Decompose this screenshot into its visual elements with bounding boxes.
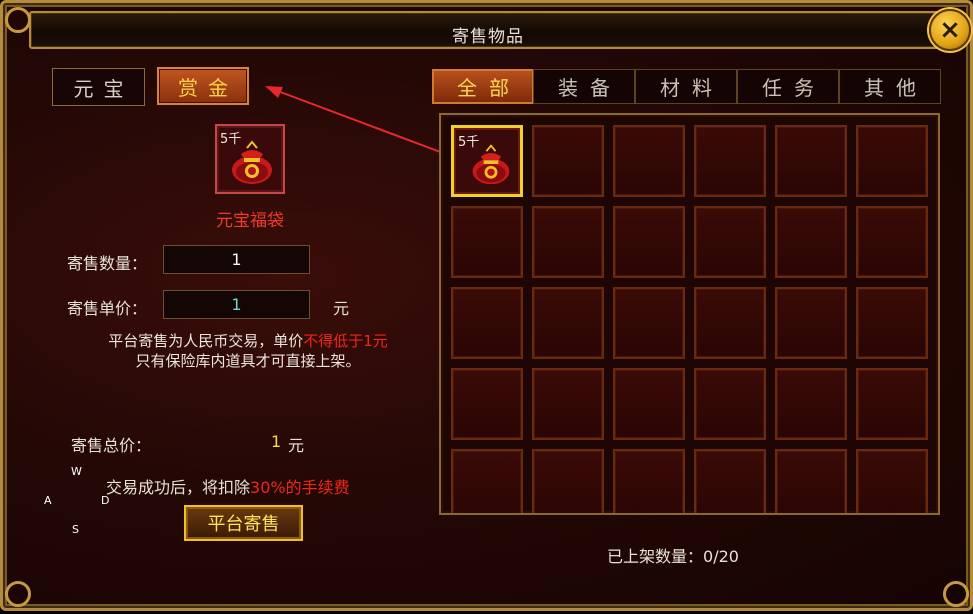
tab-equipment[interactable]: 装备 [533,69,635,104]
inventory-slot[interactable] [613,206,685,278]
fee-notice: 交易成功后，将扣除30%的手续费 [106,474,350,498]
inventory-slot[interactable] [775,125,847,197]
inventory-slot[interactable] [451,287,523,359]
quantity-input[interactable]: 1 [163,245,310,274]
inventory-slot[interactable] [451,368,523,440]
consignment-window: 寄售物品 元宝 赏金 5千 元宝福袋 寄售数量： 1 寄售单价： 1 元 平台寄… [0,0,973,611]
inventory-slot[interactable] [775,287,847,359]
tab-materials[interactable]: 材料 [635,69,737,104]
inventory-slot[interactable] [532,368,604,440]
inventory-slot[interactable] [775,449,847,513]
notice-text: 平台寄售为人民币交易，单价 [108,332,304,350]
total-price-value: 1 [271,432,282,451]
total-price-unit: 元 [288,436,305,455]
tab-all-label: 全部 [457,76,521,100]
inventory-slot[interactable] [613,287,685,359]
tab-other-label: 其他 [864,76,928,100]
inventory-slot[interactable] [856,125,928,197]
inventory-slot[interactable] [613,449,685,513]
inventory-slot[interactable] [451,206,523,278]
fee-percentage: 30%的手续费 [250,478,350,497]
inventory-slot[interactable] [451,449,523,513]
notice-warning: 不得低于1元 [303,332,388,350]
inventory-slot[interactable] [694,449,766,513]
notice-line-1: 平台寄售为人民币交易，单价不得低于1元 [63,331,433,351]
fee-text: 交易成功后，将扣除 [106,478,251,497]
inventory-slot[interactable] [856,287,928,359]
close-button[interactable]: × [929,9,971,51]
key-d: D [101,494,110,507]
inventory-slot[interactable] [613,368,685,440]
key-s: S [72,523,79,536]
inventory-slot[interactable] [775,368,847,440]
inventory-slot[interactable] [613,125,685,197]
unit-price-input[interactable]: 1 [163,290,310,319]
inventory-slot[interactable] [856,368,928,440]
inventory-slot[interactable]: 5千 [451,125,523,197]
total-price-label: 寄售总价： [71,436,152,455]
platform-sell-label: 平台寄售 [207,514,280,535]
key-w: W [71,465,82,478]
notice-line-2: 只有保险库内道具才可直接上架。 [135,352,361,370]
tab-all[interactable]: 全部 [432,69,534,104]
inventory-slot[interactable] [775,206,847,278]
price-unit: 元 [333,299,350,318]
lucky-bag-icon [472,144,510,185]
inventory-slot[interactable] [694,287,766,359]
inventory-slot[interactable] [694,206,766,278]
inventory-slot[interactable] [532,125,604,197]
listed-count: 已上架数量：0/20 [607,547,739,566]
platform-sell-button[interactable]: 平台寄售 [184,505,303,541]
close-icon: × [939,15,961,45]
tab-other[interactable]: 其他 [839,69,941,104]
key-a: A [44,494,52,507]
item-name: 元宝福袋 [216,211,284,231]
inventory-slot[interactable] [532,287,604,359]
inventory-slot[interactable] [532,206,604,278]
tab-equipment-label: 装备 [558,76,622,100]
selected-item-slot: 5千 [215,124,285,194]
inventory-slot[interactable] [694,368,766,440]
inventory-slot[interactable] [856,449,928,513]
quantity-label: 寄售数量： [67,254,148,273]
tab-quests-label: 任务 [762,76,826,100]
inventory-slot[interactable] [532,449,604,513]
unit-price-label: 寄售单价： [67,299,148,318]
inventory-slot[interactable] [856,206,928,278]
tab-quests[interactable]: 任务 [737,69,839,104]
inventory-grid: 5千 [439,113,940,515]
tab-materials-label: 材料 [660,76,724,100]
lucky-bag-icon [232,140,272,184]
inventory-slot[interactable] [694,125,766,197]
